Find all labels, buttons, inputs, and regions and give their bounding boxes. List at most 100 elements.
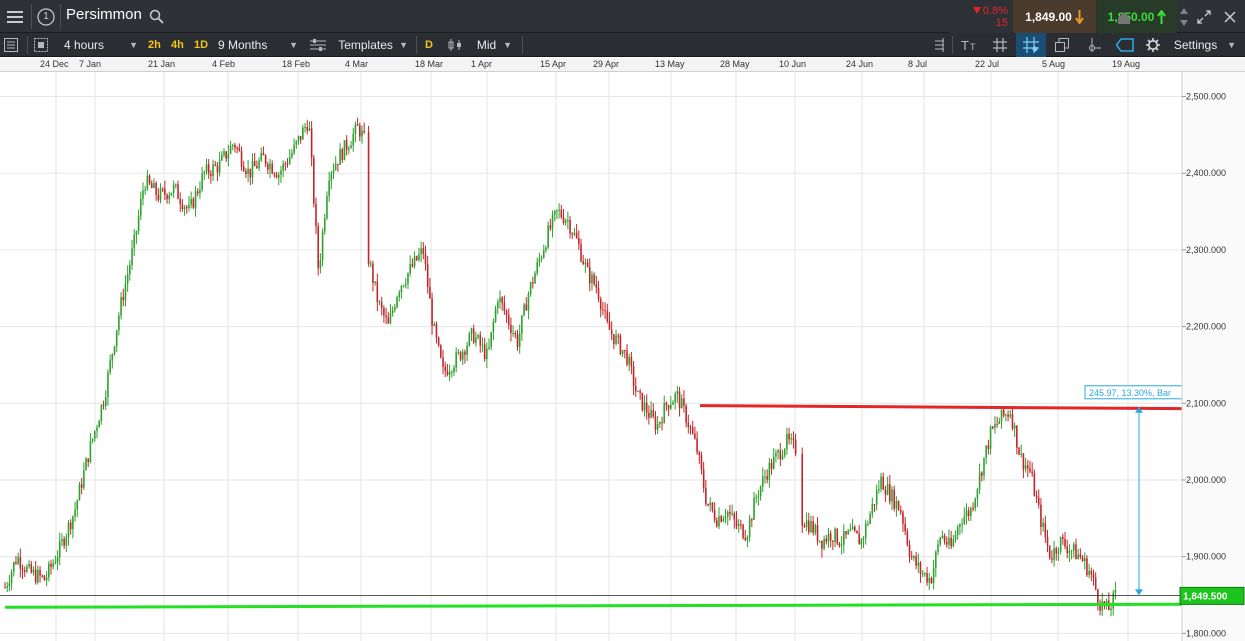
timeframe-4h-button[interactable]: 4h bbox=[171, 33, 184, 57]
candle-body bbox=[869, 513, 871, 524]
candle-body bbox=[23, 570, 26, 572]
price-chart[interactable]: 245.97, 13.30%, Bar 2,500.000 2,400.000 2,… bbox=[0, 72, 1245, 641]
candle-body bbox=[330, 173, 333, 181]
candle-body bbox=[867, 523, 869, 525]
candle-body bbox=[786, 433, 788, 450]
candle-body bbox=[757, 496, 760, 498]
candle-body bbox=[1005, 414, 1007, 416]
candle-body bbox=[588, 266, 591, 284]
candle-body bbox=[501, 297, 503, 303]
instrument-number: 1 bbox=[43, 11, 49, 22]
price-tick-label: 1,900.000 bbox=[1186, 552, 1226, 562]
candle-body bbox=[571, 233, 574, 235]
candle-body bbox=[608, 321, 611, 330]
chevron-down-icon: ▼ bbox=[503, 40, 512, 50]
candle-body bbox=[840, 544, 843, 546]
candle-body bbox=[153, 182, 155, 188]
copy-icon[interactable] bbox=[1048, 33, 1076, 57]
support-trendline[interactable] bbox=[4, 602, 1183, 609]
candle-body bbox=[878, 489, 880, 491]
candle-body bbox=[196, 191, 199, 194]
timeframe-select[interactable]: 4 hours ▼ bbox=[60, 33, 142, 57]
price-marker-icon[interactable] bbox=[1080, 33, 1108, 57]
candle-body bbox=[945, 541, 948, 545]
candle-body bbox=[104, 397, 107, 406]
d-button[interactable]: D bbox=[425, 33, 433, 57]
sell-price-button[interactable]: 1,849.00 bbox=[1013, 0, 1096, 33]
candle-body bbox=[512, 332, 514, 334]
candle-body bbox=[446, 370, 449, 375]
grid-icon[interactable] bbox=[986, 33, 1014, 57]
hamburger-menu-icon[interactable] bbox=[0, 0, 30, 33]
candle-body bbox=[1009, 414, 1012, 417]
candle-body bbox=[670, 404, 672, 409]
candle-body bbox=[580, 244, 582, 262]
candle-body bbox=[120, 297, 122, 316]
candle-body bbox=[1097, 589, 1099, 603]
chart-layout-icon[interactable] bbox=[34, 33, 52, 57]
candle-body bbox=[860, 539, 863, 545]
candle-body bbox=[210, 173, 212, 177]
candle-body bbox=[374, 281, 376, 283]
candle-body bbox=[56, 557, 59, 563]
candle-body bbox=[96, 427, 98, 431]
date-tick-label: 10 Jun bbox=[779, 59, 807, 69]
timeframe-2h-button[interactable]: 2h bbox=[148, 33, 161, 57]
period-select[interactable]: 9 Months ▼ bbox=[214, 33, 302, 57]
candle-body bbox=[380, 301, 383, 308]
candle-body bbox=[431, 298, 433, 326]
settings-menu[interactable]: Settings ▼ bbox=[1146, 33, 1242, 57]
resistance-trendline[interactable] bbox=[699, 404, 1183, 411]
gear-icon bbox=[1146, 38, 1160, 52]
candle-body bbox=[556, 210, 558, 212]
candle-body bbox=[65, 536, 68, 546]
candle-body bbox=[326, 196, 328, 218]
date-tick-label: 29 Apr bbox=[593, 59, 620, 69]
crosshair-tool-icon[interactable] bbox=[1016, 33, 1046, 57]
change-percent: 0.8% bbox=[982, 4, 1008, 17]
candle-body bbox=[420, 248, 422, 255]
candle-body bbox=[422, 248, 425, 254]
candle-body bbox=[17, 557, 19, 564]
candle-body bbox=[731, 513, 733, 515]
candle-body bbox=[369, 263, 372, 265]
candle-body bbox=[113, 346, 116, 355]
candle-body bbox=[352, 134, 355, 146]
candle-body bbox=[466, 345, 468, 355]
search-icon[interactable] bbox=[146, 0, 166, 33]
date-tick-label: 15 Apr bbox=[540, 59, 567, 69]
candle-body bbox=[472, 328, 475, 343]
instrument-number-icon[interactable]: 1 bbox=[34, 0, 58, 33]
text-tool-icon[interactable]: TT bbox=[956, 33, 984, 57]
candle-body bbox=[540, 257, 543, 259]
chart-canvas[interactable]: 245.97, 13.30%, Bar 2,500.0002,400.0002,… bbox=[0, 72, 1245, 641]
candle-body bbox=[930, 578, 933, 583]
candle-body bbox=[378, 301, 381, 303]
candle-body bbox=[205, 164, 208, 172]
candle-body bbox=[129, 264, 131, 275]
candle-body bbox=[409, 264, 411, 274]
candle-body bbox=[135, 230, 138, 235]
indicators-icon[interactable] bbox=[926, 33, 950, 57]
candle-body bbox=[1007, 414, 1009, 417]
candle-body bbox=[851, 526, 854, 530]
candle-body bbox=[687, 422, 690, 427]
candle-body bbox=[124, 283, 127, 301]
expand-icon[interactable] bbox=[1192, 0, 1216, 33]
candle-body bbox=[242, 166, 245, 171]
candle-body bbox=[345, 140, 348, 150]
scroll-arrows-icon[interactable] bbox=[1178, 0, 1190, 33]
templates-menu[interactable]: Templates ▼ bbox=[310, 33, 412, 57]
candle-body bbox=[807, 520, 810, 533]
candle-body bbox=[604, 310, 606, 312]
price-type-select[interactable]: Mid ▼ bbox=[448, 33, 516, 57]
candle-body bbox=[12, 562, 15, 572]
timeframe-1d-button[interactable]: 1D bbox=[194, 33, 208, 57]
label-tool-icon[interactable] bbox=[1110, 33, 1140, 57]
list-icon[interactable] bbox=[4, 33, 22, 57]
candle-body bbox=[398, 292, 401, 298]
candle-body bbox=[775, 452, 777, 457]
candle-body bbox=[37, 569, 39, 583]
close-icon[interactable] bbox=[1218, 0, 1242, 33]
buy-price-button[interactable]: 1,850.00 bbox=[1097, 0, 1177, 33]
